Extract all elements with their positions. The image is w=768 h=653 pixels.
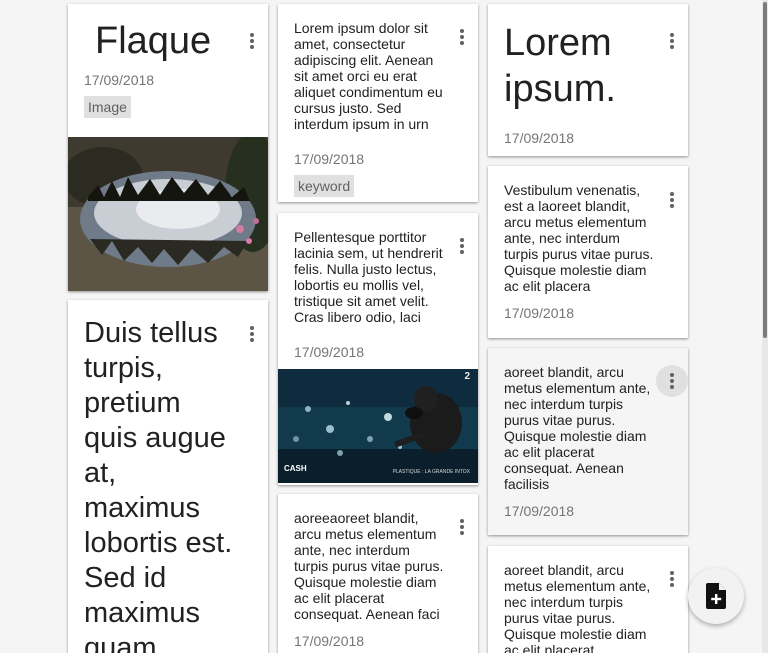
note-menu-icon[interactable] bbox=[656, 563, 688, 595]
scrollbar-thumb[interactable] bbox=[763, 2, 767, 338]
note-date: 17/09/2018 bbox=[504, 130, 575, 146]
note-card-duis[interactable]: Duis tellus turpis, pretium quis augue a… bbox=[68, 300, 268, 653]
note-menu-icon[interactable] bbox=[446, 230, 478, 262]
add-note-button[interactable] bbox=[688, 568, 744, 624]
video-caption: PLASTIQUE : LA GRANDE INTOX bbox=[392, 469, 470, 475]
note-card-aoreet[interactable]: aoreet blandit, arcu metus elementum ant… bbox=[488, 546, 688, 653]
note-text: Vestibulum venenatis, est a laoreet blan… bbox=[504, 182, 654, 294]
note-card-aoreeaoreet[interactable]: aoreeaoreet blandit, arcu metus elementu… bbox=[278, 494, 478, 653]
note-date: 17/09/2018 bbox=[294, 344, 365, 360]
notes-board: Flaque 17/09/2018 Image Duis tellus turp… bbox=[0, 0, 762, 653]
video-logo: CASH bbox=[284, 464, 307, 473]
note-date: 17/09/2018 bbox=[294, 633, 365, 649]
note-card-flaque[interactable]: Flaque 17/09/2018 Image bbox=[68, 4, 268, 291]
note-card-aoreet-hover[interactable]: aoreet blandit, arcu metus elementum ant… bbox=[488, 348, 688, 535]
note-card-vestibulum[interactable]: Vestibulum venenatis, est a laoreet blan… bbox=[488, 166, 688, 338]
note-menu-icon[interactable] bbox=[236, 25, 268, 57]
note-tag[interactable]: keyword bbox=[294, 175, 355, 197]
note-date: 17/09/2018 bbox=[504, 305, 575, 321]
note-text: Lorem ipsum dolor sit amet, consectetur … bbox=[294, 20, 443, 132]
note-date: 17/09/2018 bbox=[84, 72, 155, 88]
video-thumbnail[interactable]: 2 CASH PLASTIQUE : LA GRANDE INTOX bbox=[278, 369, 478, 483]
note-text: aoreet blandit, arcu metus elementum ant… bbox=[504, 562, 651, 653]
note-add-icon bbox=[706, 583, 726, 609]
note-menu-icon[interactable] bbox=[656, 25, 688, 57]
note-date: 17/09/2018 bbox=[504, 503, 575, 519]
note-card-lorem-title[interactable]: Lorem ipsum. 17/09/2018 bbox=[488, 4, 688, 156]
note-text: aoreeaoreet blandit, arcu metus elementu… bbox=[294, 510, 444, 622]
video-badge: 2 bbox=[464, 371, 470, 382]
note-tag[interactable]: Image bbox=[84, 96, 131, 118]
puddle-image bbox=[68, 137, 268, 291]
note-menu-icon[interactable] bbox=[236, 318, 268, 350]
note-card-pellentesque[interactable]: Pellentesque porttitor lacinia sem, ut h… bbox=[278, 213, 478, 485]
note-text: aoreet blandit, arcu metus elementum ant… bbox=[504, 364, 651, 492]
note-menu-icon[interactable] bbox=[656, 365, 688, 397]
note-text: Pellentesque porttitor lacinia sem, ut h… bbox=[294, 229, 443, 325]
note-title: Lorem ipsum. bbox=[504, 22, 616, 110]
note-menu-icon[interactable] bbox=[656, 184, 688, 216]
note-date: 17/09/2018 bbox=[294, 151, 365, 167]
note-title: Duis tellus turpis, pretium quis augue a… bbox=[84, 317, 233, 653]
note-card-lorem-keyword[interactable]: Lorem ipsum dolor sit amet, consectetur … bbox=[278, 4, 478, 202]
note-menu-icon[interactable] bbox=[446, 21, 478, 53]
scrollbar[interactable] bbox=[762, 0, 768, 653]
note-title: Flaque bbox=[95, 20, 212, 62]
note-menu-icon[interactable] bbox=[446, 511, 478, 543]
